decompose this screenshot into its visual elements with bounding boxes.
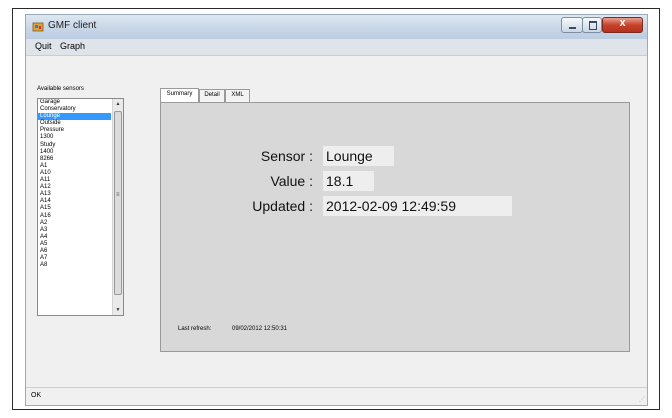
sensor-list-item[interactable]: A6 — [38, 248, 111, 255]
sensor-list-item[interactable]: Garage — [38, 99, 111, 106]
window-title: GMF client — [48, 20, 97, 31]
sensor-list-item[interactable]: Conservatory — [38, 106, 111, 113]
updated-label: Updated : — [252, 198, 313, 214]
sensor-list-item[interactable]: 8266 — [38, 156, 111, 163]
scroll-up-arrow-icon[interactable]: ▲ — [113, 99, 123, 109]
sensor-list-item[interactable]: A16 — [38, 213, 111, 220]
sensor-list-item[interactable]: A15 — [38, 205, 111, 212]
sensor-list-item[interactable]: A13 — [38, 191, 111, 198]
sensor-list-scrollbar[interactable]: ▲ ≡ ▼ — [112, 99, 123, 315]
close-icon: x — [619, 17, 626, 29]
tab-xml[interactable]: XML — [225, 89, 250, 102]
sensor-value: Lounge — [323, 146, 394, 166]
sensor-list-item[interactable]: 1300 — [38, 134, 111, 141]
sensor-list-item[interactable]: Lounge — [38, 113, 111, 121]
tab-detail[interactable]: Detail — [199, 89, 225, 102]
minimize-button[interactable] — [561, 17, 583, 33]
summary-panel: Sensor : Lounge Value : 18.1 Updated : 2… — [160, 102, 630, 352]
value-value: 18.1 — [323, 171, 374, 191]
status-text: OK — [31, 392, 42, 399]
sensor-list-item[interactable]: Pressure — [38, 127, 111, 134]
last-refresh-value: 09/02/2012 12:50:31 — [232, 326, 288, 332]
sensors-label: Available sensors — [37, 86, 84, 92]
sensor-label: Sensor : — [260, 148, 313, 164]
last-refresh-label: Last refresh: — [178, 326, 212, 332]
close-button[interactable]: x — [602, 17, 643, 33]
app-window: GMF client x Quit Graph Available sensor… — [25, 14, 648, 406]
sensor-list-item[interactable]: Outside — [38, 120, 111, 127]
scroll-grip-icon: ≡ — [116, 192, 120, 198]
sensor-list-item[interactable]: 1400 — [38, 149, 111, 156]
sensor-list[interactable]: Garage Conservatory Lounge Outside Pressure 1… — [37, 98, 124, 316]
status-bar: OK ⋰ — [26, 387, 647, 405]
sensor-list-item[interactable]: A5 — [38, 241, 111, 248]
menu-quit[interactable]: Quit — [35, 41, 52, 51]
updated-value: 2012-02-09 12:49:59 — [323, 196, 512, 216]
gmf-app-icon — [32, 22, 44, 32]
sensor-list-item[interactable]: A11 — [38, 177, 111, 184]
sensor-list-item[interactable]: A10 — [38, 170, 111, 177]
title-bar[interactable]: GMF client x — [26, 15, 647, 39]
menu-bar: Quit Graph — [26, 39, 647, 56]
tab-summary[interactable]: Summary — [160, 88, 199, 102]
sensor-list-item[interactable]: Study — [38, 142, 111, 149]
sensor-list-item[interactable]: A2 — [38, 220, 111, 227]
sensor-list-item[interactable]: A4 — [38, 234, 111, 241]
sensor-list-item[interactable]: A1 — [38, 163, 111, 170]
menu-graph[interactable]: Graph — [60, 41, 85, 51]
scroll-down-arrow-icon[interactable]: ▼ — [113, 305, 123, 315]
sensor-list-item[interactable]: A3 — [38, 227, 111, 234]
scroll-thumb[interactable]: ≡ — [114, 111, 122, 295]
resize-grip-icon[interactable]: ⋰ — [639, 396, 645, 403]
sensor-list-item[interactable]: A14 — [38, 198, 111, 205]
sensor-list-item[interactable]: A12 — [38, 184, 111, 191]
value-label: Value : — [270, 173, 313, 189]
maximize-button[interactable] — [582, 17, 602, 33]
sensor-list-item[interactable]: A7 — [38, 255, 111, 262]
sensor-list-item[interactable]: A8 — [38, 262, 111, 269]
